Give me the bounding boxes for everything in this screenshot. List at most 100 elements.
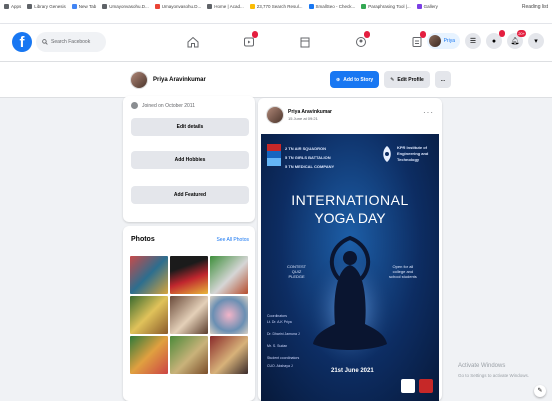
bookmarks-bar: Apps Library Genesis New Tab Umayonvasoh… bbox=[0, 0, 552, 24]
nav-marketplace[interactable] bbox=[292, 30, 318, 54]
joined-info: Joined on October 2011 bbox=[131, 102, 195, 109]
bookmark-label: Umayonvasohu.D... bbox=[109, 4, 149, 9]
watch-badge bbox=[252, 31, 258, 38]
avatar bbox=[428, 35, 441, 47]
notifications-button[interactable]: 🔔︎ 20+ bbox=[507, 30, 526, 49]
search-input[interactable]: Search Facebook bbox=[36, 32, 106, 52]
add-featured-button[interactable]: Add Featured bbox=[131, 186, 249, 204]
photo-thumbnail[interactable] bbox=[210, 256, 248, 294]
search-placeholder: Search Facebook bbox=[51, 39, 91, 45]
bookmark-icon bbox=[416, 4, 422, 9]
edit-details-button[interactable]: Edit details bbox=[131, 118, 249, 136]
college-logo-icon bbox=[383, 146, 391, 162]
bookmark-label: New Tab bbox=[78, 4, 97, 9]
marketplace-icon bbox=[300, 37, 310, 48]
watermark-subtitle: Go to Settings to activate Windows. bbox=[458, 373, 530, 378]
poster-date: 21st June 2021 bbox=[331, 368, 374, 374]
gaming-badge bbox=[420, 31, 426, 38]
bookmark-apps[interactable]: Apps bbox=[4, 4, 21, 9]
nav-groups[interactable] bbox=[348, 30, 374, 54]
bookmark-label: Apps bbox=[11, 4, 22, 9]
more-label: ... bbox=[440, 76, 445, 83]
post-author-avatar[interactable] bbox=[266, 106, 284, 124]
reading-list[interactable]: Reading list bbox=[522, 4, 548, 10]
photos-title: Photos bbox=[131, 236, 155, 243]
bookmark-icon bbox=[27, 4, 33, 9]
bookmark-icon bbox=[249, 4, 255, 9]
windows-activation-watermark: Activate Windows Go to Settings to activ… bbox=[458, 362, 529, 380]
account-nav: Priya ☰ ● 🔔︎ 20+ ▾ bbox=[426, 30, 544, 49]
bookmark-7[interactable]: Gallery bbox=[416, 4, 438, 9]
bookmark-6[interactable]: Paraphrasing Tool |... bbox=[361, 4, 411, 9]
edit-profile-button[interactable]: ✎ Edit Profile bbox=[384, 71, 430, 88]
messenger-badge bbox=[499, 30, 505, 37]
coordinator-heading: Coordinators bbox=[267, 314, 288, 318]
nav-watch[interactable] bbox=[236, 30, 262, 54]
bookmark-1[interactable]: Umayonvasohu.D... bbox=[102, 4, 149, 9]
bookmark-library-genesis[interactable]: Library Genesis bbox=[27, 4, 66, 9]
bookmark-icon bbox=[154, 4, 160, 9]
photo-thumbnail[interactable] bbox=[130, 336, 168, 374]
main-nav bbox=[180, 30, 430, 54]
menu-icon: ☰ bbox=[469, 38, 477, 45]
bell-icon: 🔔︎ bbox=[510, 38, 520, 45]
poster-events: CONTEST QUIZ PLEDGE bbox=[287, 264, 306, 279]
coordinator-3: Mr. S. Sudan bbox=[267, 344, 288, 348]
photo-thumbnail[interactable] bbox=[130, 256, 168, 294]
post-timestamp[interactable]: 15 June at 09:21 bbox=[288, 116, 332, 121]
bookmark-5[interactable]: SmallSeo - Check... bbox=[308, 4, 355, 9]
profile-shortcut[interactable]: Priya bbox=[426, 33, 460, 49]
poster-title-line-2: YOGA DAY bbox=[314, 210, 386, 226]
ncc-logo-icon bbox=[267, 144, 281, 166]
bookmark-4[interactable]: 23,770 Search Resul... bbox=[249, 4, 303, 9]
photo-thumbnail[interactable] bbox=[170, 296, 208, 334]
post-header: Priya Aravinkumar 15 June at 09:21 bbox=[266, 106, 332, 124]
profile-shortcut-label: Priya bbox=[443, 38, 455, 44]
coordinator-4: Student coordinators bbox=[267, 356, 300, 360]
bookmark-label: Paraphrasing Tool |... bbox=[368, 4, 411, 9]
add-to-story-button[interactable]: ⊕ Add to Story bbox=[330, 71, 380, 88]
eligibility-text: Open for all college and school students bbox=[389, 264, 417, 279]
profile-actions: ⊕ Add to Story ✎ Edit Profile ... bbox=[330, 71, 451, 88]
apps-icon bbox=[4, 4, 9, 9]
menu-button[interactable]: ☰ bbox=[465, 33, 481, 49]
photo-thumbnail[interactable] bbox=[170, 336, 208, 374]
messenger-button[interactable]: ● bbox=[486, 30, 505, 49]
new-message-button[interactable]: ✎ bbox=[534, 385, 546, 397]
profile-identity[interactable]: Priya Aravinkumar bbox=[130, 71, 206, 89]
post-options-button[interactable]: ··· bbox=[423, 108, 434, 117]
photo-thumbnail[interactable] bbox=[170, 256, 208, 294]
messenger-icon: ● bbox=[491, 37, 497, 45]
photos-card: Photos See All Photos bbox=[123, 226, 255, 401]
bookmark-label: Home | Acad... bbox=[214, 4, 244, 9]
profile-name: Priya Aravinkumar bbox=[153, 77, 206, 83]
bookmark-2[interactable]: Umayonvasohu.D... bbox=[154, 4, 202, 9]
poster-logo-icon bbox=[401, 379, 415, 393]
profile-more-button[interactable]: ... bbox=[434, 71, 451, 88]
facebook-logo-icon[interactable]: f bbox=[12, 32, 32, 52]
add-to-story-label: Add to Story bbox=[343, 76, 374, 83]
account-button[interactable]: ▾ bbox=[528, 33, 544, 49]
notifications-badge: 20+ bbox=[517, 30, 526, 37]
add-hobbies-button[interactable]: Add Hobbies bbox=[131, 151, 249, 169]
bookmark-label: Umayonvasohu.D... bbox=[161, 4, 202, 9]
photo-grid bbox=[130, 256, 248, 374]
poster-unit-2: 5 TN GIRLS BATTALION bbox=[285, 155, 331, 160]
plus-icon: ⊕ bbox=[336, 76, 341, 83]
post-card: Priya Aravinkumar 15 June at 09:21 ··· 2… bbox=[258, 98, 442, 401]
bookmark-new-tab[interactable]: New Tab bbox=[71, 4, 97, 9]
poster-title-line-1: INTERNATIONAL bbox=[291, 192, 409, 208]
photo-thumbnail[interactable] bbox=[130, 296, 168, 334]
search-icon bbox=[42, 39, 48, 45]
photo-thumbnail[interactable] bbox=[210, 336, 248, 374]
facebook-header: f Search Facebook Priya ☰ ● 🔔︎ 20+ ▾ bbox=[0, 24, 552, 62]
bookmark-3[interactable]: Home | Acad... bbox=[207, 4, 244, 9]
intro-card: Joined on October 2011 Edit details Add … bbox=[123, 96, 255, 222]
nav-home[interactable] bbox=[180, 30, 206, 54]
see-all-photos-link[interactable]: See All Photos bbox=[216, 237, 249, 243]
post-image[interactable]: 2 TN AIR SQUADRON 5 TN GIRLS BATTALION 5… bbox=[261, 134, 439, 401]
photo-thumbnail[interactable] bbox=[210, 296, 248, 334]
watermark-title: Activate Windows bbox=[458, 363, 506, 369]
coordinator-1: Lt. Dr. A.K Priya bbox=[267, 320, 292, 324]
post-author[interactable]: Priya Aravinkumar bbox=[288, 109, 332, 115]
